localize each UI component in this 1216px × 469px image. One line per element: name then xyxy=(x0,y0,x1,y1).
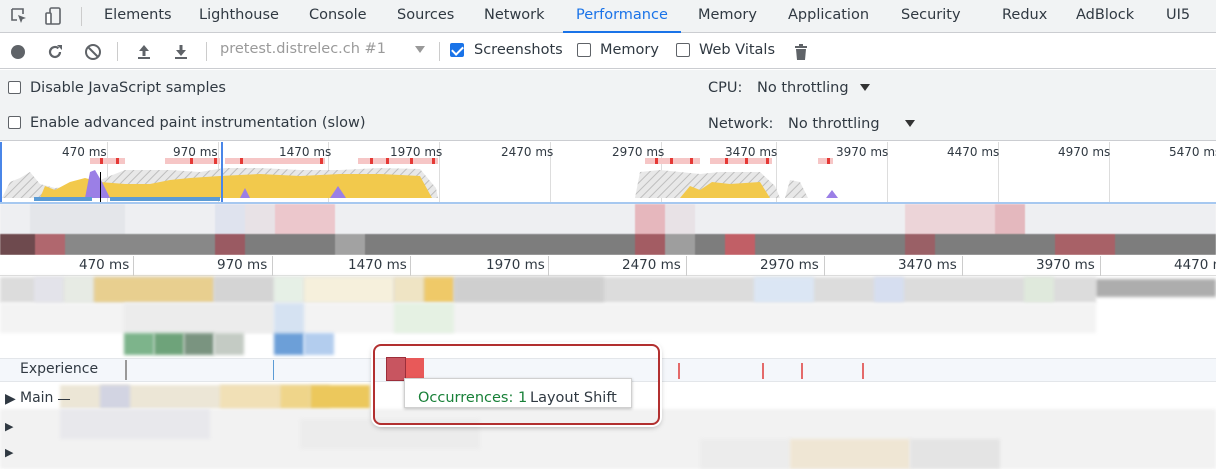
tooltip-event-name: Layout Shift xyxy=(530,390,617,406)
capture-settings-pane: Disable JavaScript samples Enable advanc… xyxy=(0,70,1216,141)
web-vitals-label: Web Vitals xyxy=(699,42,776,58)
tab-network[interactable]: Network xyxy=(484,0,545,33)
advanced-paint-checkbox[interactable] xyxy=(8,116,21,129)
tab-ui5[interactable]: UI5 xyxy=(1166,0,1190,33)
chevron-down-icon[interactable] xyxy=(860,84,870,91)
toolbar-separator xyxy=(206,42,207,61)
track-marker xyxy=(125,360,127,380)
ruler-gridline xyxy=(962,256,963,276)
screenshots-checkbox[interactable] xyxy=(450,43,464,57)
clear-icon[interactable] xyxy=(83,42,103,62)
flamechart-time-ruler: 470 ms 970 ms 1470 ms 1970 ms 2470 ms 29… xyxy=(0,256,1216,276)
network-label: Network: xyxy=(708,116,774,132)
main-track-line xyxy=(58,399,70,400)
layout-shift-marker[interactable] xyxy=(801,363,803,379)
tab-redux[interactable]: Redux xyxy=(1002,0,1047,33)
reload-record-icon[interactable] xyxy=(45,42,65,62)
record-icon[interactable] xyxy=(8,42,28,62)
device-toolbar-icon[interactable] xyxy=(44,6,64,26)
tab-sources[interactable]: Sources xyxy=(397,0,454,33)
ruler-tick: 2970 ms xyxy=(760,257,819,273)
screenshot-filmstrip xyxy=(0,204,1216,255)
save-profile-icon[interactable] xyxy=(171,42,191,62)
disable-js-samples-label: Disable JavaScript samples xyxy=(30,80,226,96)
ruler-tick: 2470 ms xyxy=(622,257,681,273)
ruler-gridline xyxy=(133,256,134,276)
memory-label: Memory xyxy=(600,42,659,58)
ruler-tick: 3470 ms xyxy=(898,257,957,273)
performance-toolbar: pretest.distrelec.ch #1 Screenshots Memo… xyxy=(0,34,1216,69)
cpu-throttling-select[interactable]: No throttling xyxy=(757,80,849,96)
memory-checkbox[interactable] xyxy=(577,43,591,57)
disable-js-samples-checkbox[interactable] xyxy=(8,81,21,94)
tooltip-occurrences: Occurrences: 1 xyxy=(418,390,528,406)
toolbar-separator xyxy=(117,42,118,61)
tab-lighthouse[interactable]: Lighthouse xyxy=(199,0,279,33)
ruler-tick: 470 ms xyxy=(79,257,130,273)
layout-shift-event[interactable] xyxy=(386,357,406,381)
trash-icon[interactable] xyxy=(791,42,811,62)
layout-shift-marker[interactable] xyxy=(862,363,864,379)
ruler-gridline xyxy=(1100,256,1101,276)
toolbar-separator xyxy=(439,42,440,61)
ruler-tick: 970 ms xyxy=(217,257,268,273)
tab-console[interactable]: Console xyxy=(309,0,367,33)
ruler-tick: 4470 ms xyxy=(1174,257,1216,273)
tab-separator xyxy=(81,7,82,26)
ruler-gridline xyxy=(824,256,825,276)
tab-performance[interactable]: Performance xyxy=(563,0,681,33)
ruler-gridline xyxy=(548,256,549,276)
tab-elements[interactable]: Elements xyxy=(104,0,172,33)
cpu-activity-chart xyxy=(0,142,1216,204)
chevron-down-icon[interactable] xyxy=(905,120,915,127)
track-marker xyxy=(273,360,274,380)
chevron-down-icon[interactable] xyxy=(415,46,425,53)
track-expander-icon[interactable]: ▶ xyxy=(5,446,13,459)
experience-track-label[interactable]: Experience xyxy=(20,361,98,377)
layout-shift-marker[interactable] xyxy=(762,363,764,379)
network-throttling-select[interactable]: No throttling xyxy=(788,116,880,132)
ruler-gridline xyxy=(272,256,273,276)
main-track-expander[interactable]: ▶ xyxy=(5,391,16,407)
cpu-label: CPU: xyxy=(708,80,743,96)
devtools-tab-bar: Elements Lighthouse Console Sources Netw… xyxy=(0,0,1216,33)
layout-shift-event[interactable] xyxy=(406,358,424,380)
tab-adblock[interactable]: AdBlock xyxy=(1076,0,1134,33)
layout-shift-marker[interactable] xyxy=(678,363,680,379)
tab-memory[interactable]: Memory xyxy=(698,0,757,33)
ruler-gridline xyxy=(686,256,687,276)
web-vitals-checkbox[interactable] xyxy=(676,43,690,57)
recording-select[interactable]: pretest.distrelec.ch #1 xyxy=(220,41,386,57)
inspect-element-icon[interactable] xyxy=(9,6,29,26)
advanced-paint-label: Enable advanced paint instrumentation (s… xyxy=(30,115,366,131)
timeline-overview[interactable]: 470 ms 970 ms 1470 ms 1970 ms 2470 ms 29… xyxy=(0,142,1216,255)
ruler-tick: 1970 ms xyxy=(486,257,545,273)
ruler-gridline xyxy=(410,256,411,276)
layout-shift-tooltip: Occurrences: 1 Layout Shift xyxy=(404,378,632,408)
tab-security[interactable]: Security xyxy=(901,0,961,33)
ruler-tick: 3970 ms xyxy=(1036,257,1095,273)
main-track-label[interactable]: Main xyxy=(20,390,53,406)
tab-application[interactable]: Application xyxy=(788,0,869,33)
ruler-tick: 1470 ms xyxy=(348,257,407,273)
track-expander-icon[interactable]: ▶ xyxy=(5,420,13,433)
load-profile-icon[interactable] xyxy=(134,42,154,62)
screenshots-label: Screenshots xyxy=(474,42,563,58)
